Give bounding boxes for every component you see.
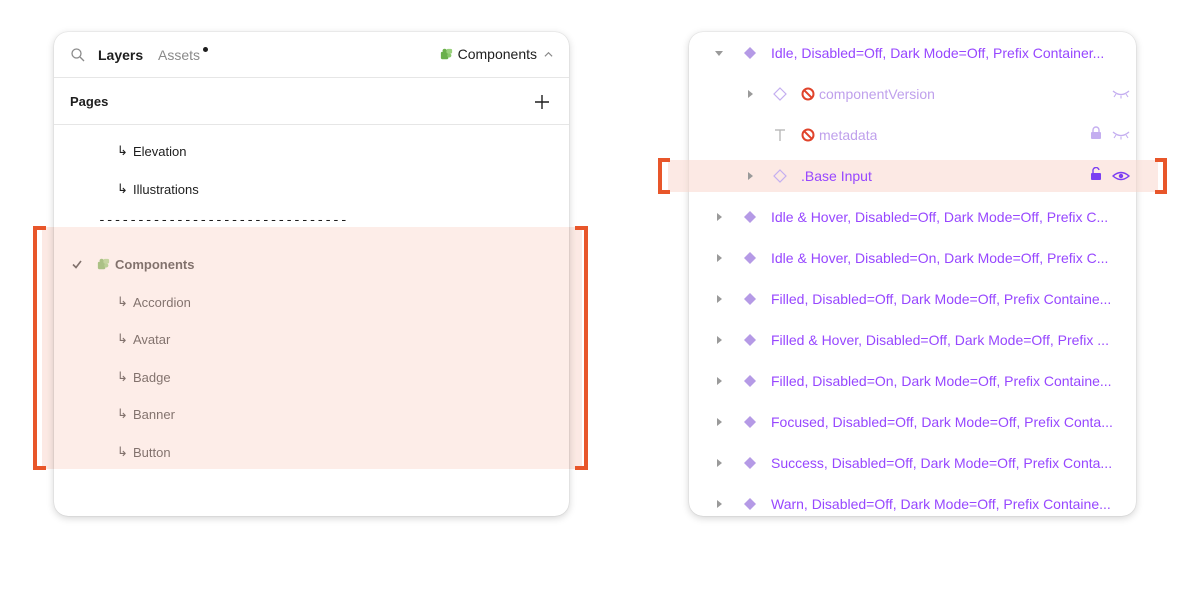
layer-row-variant[interactable]: Filled & Hover, Disabled=Off, Dark Mode=… xyxy=(689,320,1136,360)
layer-label: componentVersion xyxy=(819,86,935,102)
page-item-button[interactable]: ↳ Button xyxy=(54,437,569,467)
variant-diamond-icon xyxy=(744,416,756,428)
right-bracket xyxy=(575,226,588,470)
variant-diamond-icon xyxy=(744,47,756,59)
caret-right-icon[interactable] xyxy=(715,254,723,262)
component-instance-icon xyxy=(773,87,787,101)
page-item-label: Avatar xyxy=(133,331,171,347)
eye-closed-icon[interactable] xyxy=(1112,88,1130,100)
page-switcher-label: Components xyxy=(457,46,537,62)
layers-panel: Layers Assets Components Pages ↳ Elevati… xyxy=(54,32,569,516)
layer-row-metadata[interactable]: metadata xyxy=(689,115,1136,155)
check-icon xyxy=(72,260,82,269)
left-bracket xyxy=(658,158,670,194)
panel-header: Layers Assets Components xyxy=(54,32,569,78)
caret-down-icon[interactable] xyxy=(715,49,723,57)
caret-right-icon[interactable] xyxy=(715,336,723,344)
page-item-avatar[interactable]: ↳ Avatar xyxy=(54,324,569,354)
page-item-label: Banner xyxy=(133,406,175,422)
layer-label: Filled, Disabled=On, Dark Mode=Off, Pref… xyxy=(771,373,1112,389)
assets-notification-dot xyxy=(203,47,208,52)
layer-row-variant[interactable]: Idle & Hover, Disabled=Off, Dark Mode=Of… xyxy=(689,197,1136,237)
lock-icon[interactable] xyxy=(1090,126,1102,140)
layer-label: Warn, Disabled=Off, Dark Mode=Off, Prefi… xyxy=(771,496,1111,512)
caret-right-icon[interactable] xyxy=(715,377,723,385)
layer-row-variant[interactable]: Idle & Hover, Disabled=On, Dark Mode=Off… xyxy=(689,238,1136,278)
page-item-badge[interactable]: ↳ Badge xyxy=(54,362,569,392)
caret-right-icon[interactable] xyxy=(715,418,723,426)
caret-right-icon[interactable] xyxy=(746,90,754,98)
eye-closed-icon[interactable] xyxy=(1112,129,1130,141)
page-item-label: Illustrations xyxy=(133,181,199,197)
layer-label: Idle & Hover, Disabled=On, Dark Mode=Off… xyxy=(771,250,1109,266)
variant-diamond-icon xyxy=(744,498,756,510)
variant-diamond-icon xyxy=(744,457,756,469)
tab-layers[interactable]: Layers xyxy=(98,47,143,63)
subpage-arrow-icon: ↳ xyxy=(117,143,128,158)
layer-label: Success, Disabled=Off, Dark Mode=Off, Pr… xyxy=(771,455,1113,471)
page-item-label: Accordion xyxy=(133,294,191,310)
layer-label: Filled, Disabled=Off, Dark Mode=Off, Pre… xyxy=(771,291,1112,307)
unlock-icon[interactable] xyxy=(1090,167,1102,181)
highlight-extension xyxy=(668,160,689,192)
hidden-stop-icon xyxy=(801,128,815,142)
page-item-banner[interactable]: ↳ Banner xyxy=(54,399,569,429)
layer-row-base-input[interactable]: .Base Input xyxy=(689,156,1136,196)
page-item-label: Button xyxy=(133,444,171,460)
search-icon[interactable] xyxy=(70,47,86,63)
caret-right-icon[interactable] xyxy=(715,295,723,303)
layer-row-variant[interactable]: Success, Disabled=Off, Dark Mode=Off, Pr… xyxy=(689,443,1136,483)
layer-label: .Base Input xyxy=(801,168,872,184)
caret-right-icon[interactable] xyxy=(715,500,723,508)
layer-label: metadata xyxy=(819,127,878,143)
caret-right-icon[interactable] xyxy=(715,459,723,467)
page-item-label: Components xyxy=(115,257,195,272)
chevron-up-icon xyxy=(544,51,553,57)
pages-header: Pages xyxy=(54,79,569,125)
page-item-elevation[interactable]: ↳ Elevation xyxy=(54,136,569,166)
puzzle-icon xyxy=(97,258,110,270)
component-instance-icon xyxy=(773,169,787,183)
variant-diamond-icon xyxy=(744,211,756,223)
caret-right-icon[interactable] xyxy=(715,213,723,221)
layer-tree-panel: Idle, Disabled=Off, Dark Mode=Off, Prefi… xyxy=(689,32,1136,516)
page-item-label: Badge xyxy=(133,369,171,385)
layer-row-variant[interactable]: Filled, Disabled=On, Dark Mode=Off, Pref… xyxy=(689,361,1136,401)
layer-label: Filled & Hover, Disabled=Off, Dark Mode=… xyxy=(771,332,1109,348)
layer-label: Idle, Disabled=Off, Dark Mode=Off, Prefi… xyxy=(771,45,1105,61)
page-switcher[interactable]: Components xyxy=(439,46,553,62)
page-item-illustrations[interactable]: ↳ Illustrations xyxy=(54,174,569,204)
text-icon xyxy=(775,129,785,141)
layer-row-idle[interactable]: Idle, Disabled=Off, Dark Mode=Off, Prefi… xyxy=(689,33,1136,73)
caret-right-icon[interactable] xyxy=(746,172,754,180)
left-bracket xyxy=(33,226,46,470)
layer-row-variant[interactable]: Focused, Disabled=Off, Dark Mode=Off, Pr… xyxy=(689,402,1136,442)
subpage-arrow-icon: ↳ xyxy=(117,181,128,196)
layer-row-variant[interactable]: Warn, Disabled=Off, Dark Mode=Off, Prefi… xyxy=(689,484,1136,516)
layer-row-component-version[interactable]: componentVersion xyxy=(689,74,1136,114)
variant-diamond-icon xyxy=(744,293,756,305)
variant-diamond-icon xyxy=(744,334,756,346)
tab-assets[interactable]: Assets xyxy=(158,47,200,63)
subpage-arrow-icon: ↳ xyxy=(117,369,128,384)
right-bracket xyxy=(1155,158,1167,194)
hidden-stop-icon xyxy=(801,87,815,101)
layer-label: Idle & Hover, Disabled=Off, Dark Mode=Of… xyxy=(771,209,1109,225)
eye-icon[interactable] xyxy=(1112,170,1130,182)
layer-row-variant[interactable]: Filled, Disabled=Off, Dark Mode=Off, Pre… xyxy=(689,279,1136,319)
subpage-arrow-icon: ↳ xyxy=(117,331,128,346)
page-divider[interactable]: -------------------------------- xyxy=(98,213,348,228)
variant-diamond-icon xyxy=(744,375,756,387)
subpage-arrow-icon: ↳ xyxy=(117,294,128,309)
puzzle-icon xyxy=(440,48,452,59)
subpage-arrow-icon: ↳ xyxy=(117,444,128,459)
add-page-icon[interactable] xyxy=(533,93,551,111)
page-item-components[interactable]: Components xyxy=(54,249,569,279)
page-item-label: Elevation xyxy=(133,143,187,159)
layer-label: Focused, Disabled=Off, Dark Mode=Off, Pr… xyxy=(771,414,1113,430)
page-item-accordion[interactable]: ↳ Accordion xyxy=(54,287,569,317)
variant-diamond-icon xyxy=(744,252,756,264)
subpage-arrow-icon: ↳ xyxy=(117,406,128,421)
pages-title: Pages xyxy=(70,94,109,109)
